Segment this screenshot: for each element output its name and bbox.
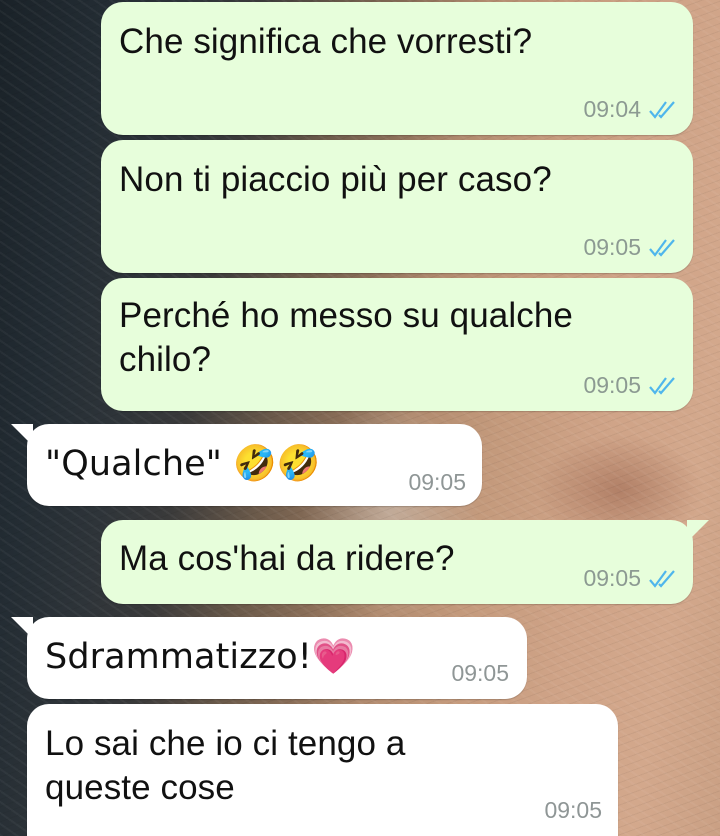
double-check-read-icon (649, 376, 675, 395)
bubble-tail (687, 520, 709, 542)
message-text: Non ti piaccio più per caso? (119, 160, 552, 199)
message-time: 09:05 (408, 469, 466, 495)
message-time: 09:04 (583, 96, 641, 122)
message-meta: 09:05 (544, 797, 602, 824)
message-time: 09:05 (451, 660, 509, 686)
message-time: 09:05 (583, 372, 641, 398)
double-check-read-icon (649, 100, 675, 119)
message-list[interactable]: Che significa che vorresti? 09:04 Non ti… (0, 0, 720, 836)
message-bubble-outgoing[interactable]: Perché ho messo su qualche chilo? 09:05 (101, 278, 693, 411)
message-bubble-incoming[interactable]: Sdrammatizzo!💗 09:05 (11, 617, 527, 699)
message-bubble-incoming[interactable]: Lo sai che io ci tengo a queste cose 09:… (27, 704, 618, 836)
message-bubble-outgoing[interactable]: Ma cos'hai da ridere? 09:05 (101, 520, 709, 604)
message-text: Perché ho messo su qualche chilo? (119, 296, 573, 379)
double-check-read-icon (649, 238, 675, 257)
message-meta: 09:05 (451, 660, 509, 687)
message-meta: 09:04 (583, 96, 679, 123)
message-meta: 09:05 (583, 234, 679, 261)
bubble-tail (11, 617, 33, 639)
message-time: 09:05 (544, 797, 602, 823)
message-meta: 09:05 (583, 372, 679, 399)
message-text: "Qualche" 🤣🤣 (45, 444, 321, 484)
message-bubble-incoming[interactable]: "Qualche" 🤣🤣 09:05 (11, 424, 482, 506)
message-bubble-outgoing[interactable]: Che significa che vorresti? 09:04 (101, 2, 693, 135)
message-text: Lo sai che io ci tengo a queste cose (45, 724, 406, 807)
message-meta: 09:05 (583, 565, 679, 592)
message-bubble-outgoing[interactable]: Non ti piaccio più per caso? 09:05 (101, 140, 693, 273)
double-check-read-icon (649, 569, 675, 588)
message-text: Che significa che vorresti? (119, 22, 533, 61)
message-time: 09:05 (583, 565, 641, 591)
message-time: 09:05 (583, 234, 641, 260)
message-text: Sdrammatizzo!💗 (45, 637, 356, 677)
message-meta: 09:05 (408, 469, 466, 496)
bubble-tail (11, 424, 33, 446)
